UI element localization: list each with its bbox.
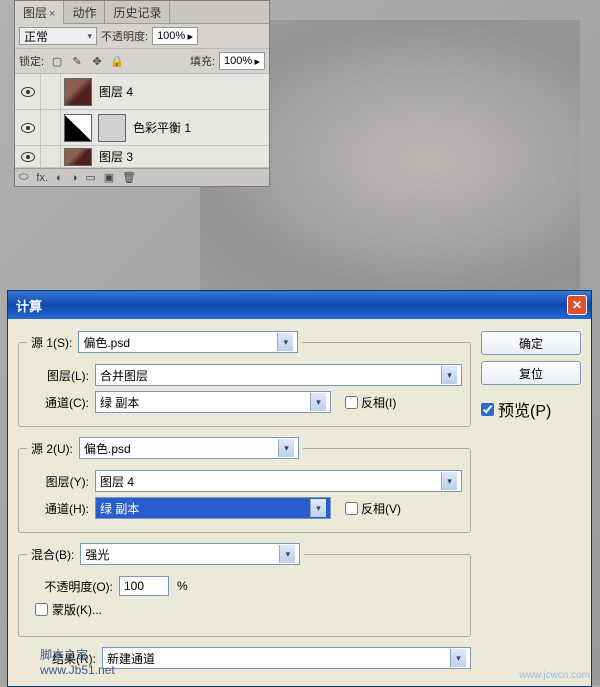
chevron-down-icon: ▾ [310, 393, 326, 411]
layer-name: 图层 3 [99, 148, 133, 165]
calculations-dialog: 计算 ✕ 源 1(S): 偏色.psd▾ 图层(L): 合并图层▾ 通道(C):… [7, 290, 592, 687]
layer-row[interactable]: 图层 4 [15, 74, 269, 110]
chevron-down-icon: ▾ [441, 366, 457, 384]
source1-channel-label: 通道(C): [27, 394, 89, 411]
fx-icon[interactable]: fx. [36, 172, 48, 184]
opacity-input[interactable] [119, 576, 169, 596]
eye-icon[interactable] [21, 152, 35, 162]
source2-channel-label: 通道(H): [27, 500, 89, 517]
chevron-down-icon: ▾ [310, 499, 326, 517]
source1-label: 源 1(S): [31, 334, 72, 351]
trash-icon[interactable]: 🗑 [122, 171, 136, 184]
tab-history[interactable]: 历史记录 [105, 1, 170, 23]
layer-row[interactable]: 图层 3 [15, 146, 269, 168]
dialog-title: 计算 [16, 296, 567, 315]
panel-footer: ⬭ fx. ◐ ◑ ▭ ▣ 🗑 [15, 168, 269, 186]
source2-invert-checkbox[interactable]: 反相(V) [345, 500, 401, 517]
panel-tabs: 图层× 动作 历史记录 [15, 1, 269, 24]
layers-panel: 图层× 动作 历史记录 正常▾ 不透明度: 100%▸ 锁定: ▢ ✎ ✥ 🔒 … [14, 0, 270, 187]
source2-group: 源 2(U): 偏色.psd▾ 图层(Y): 图层 4▾ 通道(H): 绿 副本… [18, 437, 471, 533]
mask-checkbox[interactable]: 蒙版(K)... [35, 601, 462, 618]
folder-icon[interactable]: ▭ [85, 171, 95, 184]
adjustment-icon[interactable]: ◑ [71, 172, 78, 184]
link-icon[interactable]: ⬭ [19, 171, 28, 184]
form-column: 源 1(S): 偏色.psd▾ 图层(L): 合并图层▾ 通道(C): 绿 副本… [18, 331, 471, 674]
blend-group: 混合(B): 强光▾ 不透明度(O): % 蒙版(K)... [18, 543, 471, 637]
source1-group: 源 1(S): 偏色.psd▾ 图层(L): 合并图层▾ 通道(C): 绿 副本… [18, 331, 471, 427]
lock-all-icon[interactable]: 🔒 [110, 54, 124, 68]
lock-row: 锁定: ▢ ✎ ✥ 🔒 填充: 100%▸ [15, 49, 269, 74]
tab-actions[interactable]: 动作 [64, 1, 105, 23]
source1-layer-label: 图层(L): [27, 367, 89, 384]
reset-button[interactable]: 复位 [481, 361, 581, 385]
fill-label: 填充: [190, 53, 215, 69]
preview-checkbox[interactable]: 预览(P) [481, 397, 581, 421]
layer-mask-thumbnail[interactable] [98, 114, 126, 142]
layer-name: 色彩平衡 1 [133, 119, 191, 136]
source2-label: 源 2(U): [31, 440, 73, 457]
source1-invert-checkbox[interactable]: 反相(I) [345, 394, 396, 411]
mask-icon[interactable]: ◐ [56, 172, 63, 184]
eye-icon[interactable] [21, 123, 35, 133]
source2-layer-label: 图层(Y): [27, 473, 89, 490]
layer-thumbnail[interactable] [64, 78, 92, 106]
lock-paint-icon[interactable]: ✎ [70, 54, 84, 68]
chevron-down-icon: ▾ [450, 649, 466, 667]
layer-name: 图层 4 [99, 83, 133, 100]
close-icon[interactable]: × [49, 8, 55, 20]
lock-label: 锁定: [19, 53, 44, 69]
blend-mode-select[interactable]: 强光▾ [80, 543, 300, 565]
watermark: www.jcwcn.com [519, 670, 590, 681]
source2-layer-select[interactable]: 图层 4▾ [95, 470, 462, 492]
tab-layers[interactable]: 图层× [15, 1, 64, 24]
titlebar[interactable]: 计算 ✕ [8, 291, 591, 319]
source1-file-select[interactable]: 偏色.psd▾ [78, 331, 298, 353]
opacity-label: 不透明度: [101, 28, 148, 44]
source2-channel-select[interactable]: 绿 副本▾ [95, 497, 331, 519]
close-button[interactable]: ✕ [567, 295, 587, 315]
blend-mode-select[interactable]: 正常▾ [19, 27, 97, 45]
chevron-down-icon: ▾ [279, 545, 295, 563]
ok-button[interactable]: 确定 [481, 331, 581, 355]
opacity-label: 不透明度(O): [23, 578, 113, 595]
layer-thumbnail[interactable] [64, 148, 92, 166]
chevron-down-icon: ▾ [278, 439, 294, 457]
lock-transparency-icon[interactable]: ▢ [50, 54, 64, 68]
chevron-down-icon: ▾ [441, 472, 457, 490]
lock-position-icon[interactable]: ✥ [90, 54, 104, 68]
source1-channel-select[interactable]: 绿 副本▾ [95, 391, 331, 413]
pct-symbol: % [177, 579, 188, 593]
layer-list: 图层 4 色彩平衡 1 图层 3 [15, 74, 269, 168]
button-column: 确定 复位 预览(P) [481, 331, 581, 674]
layer-row[interactable]: 色彩平衡 1 [15, 110, 269, 146]
blend-label: 混合(B): [31, 546, 74, 563]
source1-layer-select[interactable]: 合并图层▾ [95, 364, 462, 386]
layer-thumbnail[interactable] [64, 114, 92, 142]
chevron-down-icon: ▾ [87, 31, 92, 42]
source2-file-select[interactable]: 偏色.psd▾ [79, 437, 299, 459]
chevron-down-icon: ▾ [277, 333, 293, 351]
blend-row: 正常▾ 不透明度: 100%▸ [15, 24, 269, 49]
result-select[interactable]: 新建通道▾ [102, 647, 471, 669]
eye-icon[interactable] [21, 87, 35, 97]
fill-field[interactable]: 100%▸ [219, 52, 265, 70]
opacity-field[interactable]: 100%▸ [152, 27, 198, 45]
new-layer-icon[interactable]: ▣ [104, 171, 114, 184]
footer-site: 脚本之家 www.Jb51.net [40, 646, 115, 677]
